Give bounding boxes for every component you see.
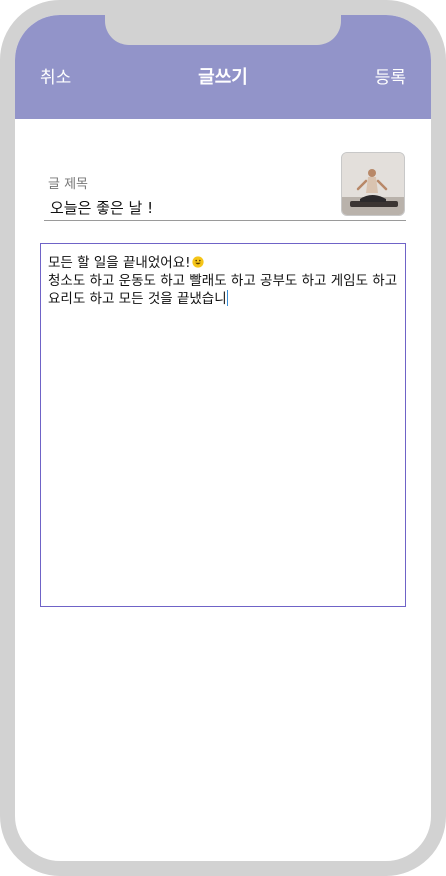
body-textarea[interactable]: 모든 할 일을 끝내었어요! 청소도 하고 운동도 하고 빨래도 하고 공부도 … [40, 243, 406, 607]
submit-button[interactable]: 등록 [375, 67, 406, 89]
yoga-photo-icon [342, 153, 404, 215]
text-cursor [226, 290, 228, 306]
attached-photo-thumbnail[interactable] [341, 152, 405, 216]
page-title: 글쓰기 [198, 67, 248, 88]
phone-frame: 취소 글쓰기 등록 글 제목 모든 할 일을 끝내었어요! 청소도 하고 운동도… [0, 0, 446, 876]
device-notch [105, 15, 341, 45]
app-header: 취소 글쓰기 등록 [15, 15, 431, 119]
body-text: 청소도 하고 운동도 하고 빨래도 하고 공부도 하고 게임도 하고 요리도 하… [48, 273, 398, 307]
body-first-line: 모든 할 일을 끝내었어요! [48, 255, 191, 271]
grinning-face-emoji-icon [191, 256, 204, 268]
title-label: 글 제목 [48, 177, 89, 192]
